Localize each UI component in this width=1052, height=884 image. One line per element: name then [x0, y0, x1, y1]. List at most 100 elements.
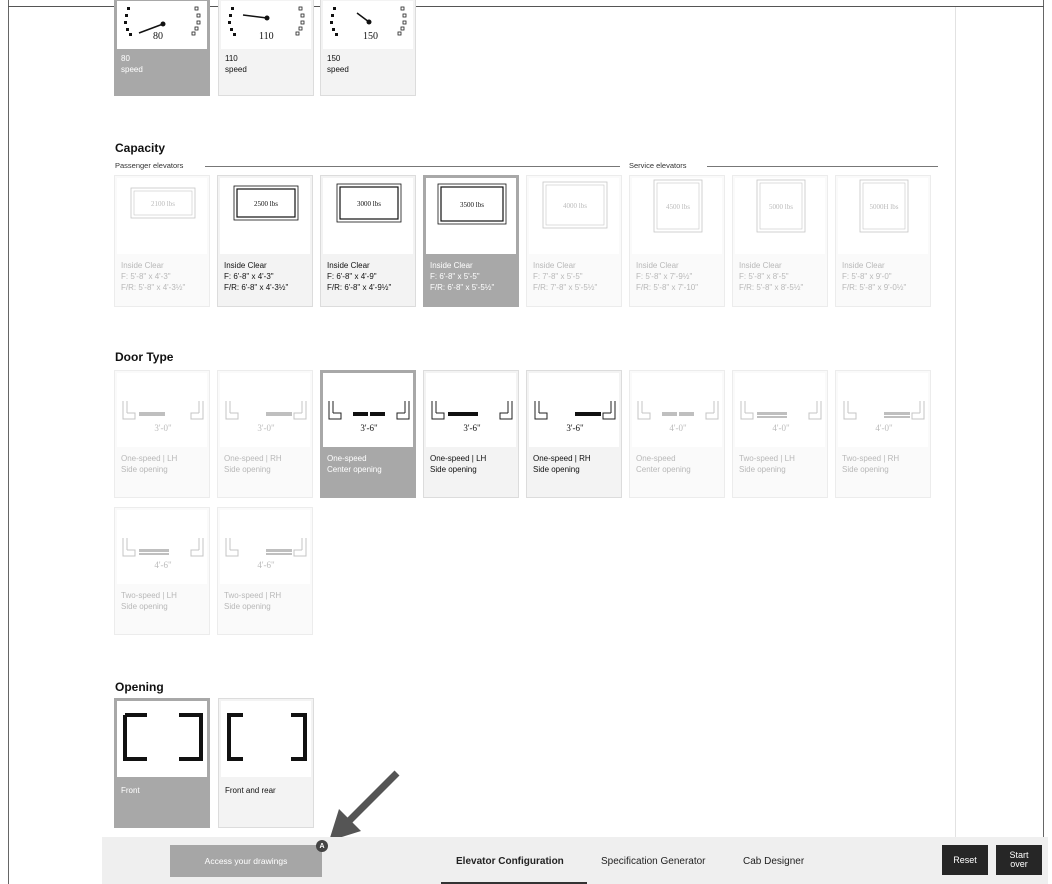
capacity-badge: 4000 lbs: [563, 202, 587, 210]
door-type-label: One-speed | RH Side opening: [533, 454, 591, 474]
reset-button[interactable]: Reset: [942, 845, 988, 875]
speed-dial-icon: 110: [221, 1, 311, 49]
frame-right-border: [1043, 0, 1044, 884]
door-width-dimension: 4'-0": [669, 423, 687, 433]
door-type-label: Two-speed | RH Side opening: [224, 591, 282, 611]
opening-card-label: Front: [121, 786, 140, 795]
cab-plan-icon: 3000 lbs: [323, 178, 413, 254]
opening-card-label: Front and rear: [225, 786, 276, 795]
door-width-dimension: 3'-6": [463, 423, 481, 433]
pointer-arrow-icon: [329, 770, 400, 841]
door-width-dimension: 4'-6": [154, 560, 172, 570]
opening-title: Opening: [115, 680, 164, 694]
speed-dial-value: 110: [259, 31, 274, 42]
door-type-label: One-speed | LH Side opening: [430, 454, 487, 474]
cab-plan-icon: 2100 lbs: [117, 178, 207, 254]
door-type-card[interactable]: 3'-0" One-speed | RH Side opening: [217, 370, 313, 498]
capacity-card[interactable]: 5000 lbs Inside Clear F: 5'-8" x 8'-5" F/R:…: [732, 175, 828, 307]
cab-plan-icon: 5000H lbs: [838, 178, 928, 254]
door-plan-icon: 4'-6": [117, 510, 207, 584]
capacity-inside-clear: Inside Clear F: 6'-8" x 4'-3" F/R: 6'-8" x…: [224, 261, 289, 292]
door-plan-icon: 3'-0": [220, 373, 310, 447]
cab-plan-icon: 4000 lbs: [529, 178, 619, 254]
door-type-label: One-speed Center opening: [327, 454, 382, 474]
front-opening-icon: [117, 701, 207, 777]
start-over-button[interactable]: Start over: [996, 845, 1042, 875]
right-column-divider: [955, 7, 956, 837]
tab-elevator-configuration[interactable]: Elevator Configuration: [456, 856, 564, 867]
door-type-card[interactable]: 4'-0" Two-speed | LH Side opening: [732, 370, 828, 498]
passenger-divider: [205, 166, 620, 167]
capacity-inside-clear: Inside Clear F: 5'-8" x 7'-9½" F/R: 5'-8" …: [636, 261, 699, 292]
speed-card-110[interactable]: 110 110 speed: [218, 0, 314, 96]
door-plan-icon: 4'-0": [632, 373, 722, 447]
door-width-dimension: 4'-6": [257, 560, 275, 570]
capacity-inside-clear: Inside Clear F: 5'-8" x 9'-0" F/R: 5'-8" x…: [842, 261, 907, 292]
capacity-badge: 5000H lbs: [870, 203, 899, 211]
front-and-rear-opening-icon: [221, 701, 311, 777]
capacity-badge: 3000 lbs: [357, 200, 381, 208]
door-plan-icon: 4'-0": [735, 373, 825, 447]
capacity-card[interactable]: 2100 lbs Inside Clear F: 5'-8" x 4'-3" F/R:…: [114, 175, 210, 307]
speed-dial-value: 150: [363, 31, 378, 42]
opening-card-front[interactable]: Front: [114, 698, 210, 828]
cab-plan-icon: 5000 lbs: [735, 178, 825, 254]
door-plan-icon: 4'-6": [220, 510, 310, 584]
badge-a: A: [316, 840, 328, 852]
speed-card-label: 150 speed: [327, 54, 349, 74]
speed-card-80[interactable]: 80 80 speed: [114, 0, 210, 96]
door-type-card[interactable]: 4'-6" Two-speed | LH Side opening: [114, 507, 210, 635]
capacity-card[interactable]: 5000H lbs Inside Clear F: 5'-8" x 9'-0" F/R…: [835, 175, 931, 307]
capacity-inside-clear: Inside Clear F: 5'-8" x 8'-5" F/R: 5'-8" x…: [739, 261, 804, 292]
door-width-dimension: 3'-6": [360, 423, 378, 433]
door-type-label: One-speed | RH Side opening: [224, 454, 282, 474]
speed-card-150[interactable]: 150 150 speed: [320, 0, 416, 96]
cab-plan-icon: 2500 lbs: [220, 178, 310, 254]
cab-plan-icon: 3500 lbs: [426, 178, 516, 254]
door-type-card[interactable]: 3'-6" One-speed | RH Side opening: [526, 370, 622, 498]
service-elevators-label: Service elevators: [629, 161, 693, 170]
speed-dial-icon: 80: [117, 1, 207, 49]
door-type-label: Two-speed | LH Side opening: [121, 591, 177, 611]
door-type-card[interactable]: 3'-0" One-speed | LH Side opening: [114, 370, 210, 498]
passenger-elevators-label: Passenger elevators: [115, 161, 190, 170]
door-type-label: Two-speed | RH Side opening: [842, 454, 900, 474]
door-width-dimension: 3'-0": [257, 423, 275, 433]
capacity-badge: 3500 lbs: [460, 201, 484, 209]
capacity-inside-clear: Inside Clear F: 7'-8" x 5'-5" F/R: 7'-8" x…: [533, 261, 598, 292]
door-type-card[interactable]: 4'-0" One-speed Center opening: [629, 370, 725, 498]
opening-card-front-and-rear[interactable]: Front and rear: [218, 698, 314, 828]
capacity-card[interactable]: 3000 lbs Inside Clear F: 6'-8" x 4'-9" F/R:…: [320, 175, 416, 307]
capacity-badge: 4500 lbs: [666, 203, 690, 211]
capacity-card[interactable]: 3500 lbs Inside Clear F: 6'-8" x 5'-5" F/R:…: [423, 175, 519, 307]
speed-dial-value: 80: [153, 31, 163, 42]
door-width-dimension: 3'-0": [154, 423, 172, 433]
frame-left-border: [8, 0, 9, 884]
speed-card-label: 110 speed: [225, 54, 247, 74]
door-width-dimension: 4'-0": [772, 423, 790, 433]
speed-dial-icon: 150: [323, 1, 413, 49]
capacity-badge: 5000 lbs: [769, 203, 793, 211]
door-type-label: One-speed Center opening: [636, 454, 691, 474]
tab-specification-generator[interactable]: Specification Generator: [601, 856, 706, 867]
capacity-title: Capacity: [115, 141, 166, 155]
door-width-dimension: 4'-0": [875, 423, 893, 433]
speed-card-label: 80 speed: [121, 54, 143, 74]
cab-plan-icon: 4500 lbs: [632, 178, 722, 254]
door-type-card[interactable]: 4'-0" Two-speed | RH Side opening: [835, 370, 931, 498]
capacity-card[interactable]: 2500 lbs Inside Clear F: 6'-8" x 4'-3" F/R:…: [217, 175, 313, 307]
service-divider: [707, 166, 938, 167]
capacity-inside-clear: Inside Clear F: 5'-8" x 4'-3" F/R: 5'-8" x…: [121, 261, 186, 292]
capacity-card[interactable]: 4000 lbs Inside Clear F: 7'-8" x 5'-5" F/R:…: [526, 175, 622, 307]
capacity-card[interactable]: 4500 lbs Inside Clear F: 5'-8" x 7'-9½" F/R…: [629, 175, 725, 307]
door-type-card[interactable]: 3'-6" One-speed Center opening: [320, 370, 416, 498]
door-type-card[interactable]: 4'-6" Two-speed | RH Side opening: [217, 507, 313, 635]
door-type-label: One-speed | LH Side opening: [121, 454, 178, 474]
door-type-title: Door Type: [115, 350, 174, 364]
door-plan-icon: 3'-6": [323, 373, 413, 447]
tab-cab-designer[interactable]: Cab Designer: [743, 856, 804, 867]
door-type-card[interactable]: 3'-6" One-speed | LH Side opening: [423, 370, 519, 498]
access-drawings-button[interactable]: Access your drawings: [170, 845, 322, 877]
capacity-badge: 2500 lbs: [254, 200, 278, 208]
door-width-dimension: 3'-6": [566, 423, 584, 433]
